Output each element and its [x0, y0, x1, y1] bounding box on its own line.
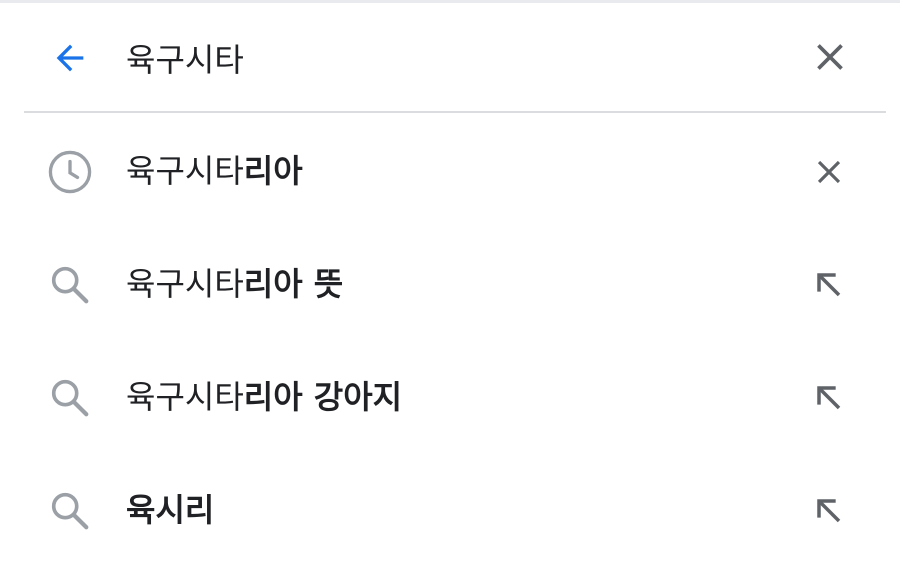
suggestion-item[interactable]: 육구시타리아 강아지 — [0, 339, 900, 452]
suggestion-item[interactable]: 육시리 — [0, 452, 900, 565]
suggestion-completion: 리아 강아지 — [243, 378, 403, 416]
fill-query-button[interactable] — [804, 373, 854, 423]
search-icon — [44, 372, 96, 424]
remove-history-button[interactable] — [804, 147, 854, 197]
suggestion-completion: 리아 — [243, 152, 303, 190]
clear-search-button[interactable] — [806, 33, 854, 81]
search-bar — [0, 3, 900, 111]
search-icon — [44, 259, 96, 311]
arrow-up-left-icon — [817, 386, 841, 410]
back-button[interactable] — [45, 33, 95, 83]
suggestion-completion: 리아 뜻 — [243, 265, 344, 303]
search-input[interactable] — [126, 33, 766, 83]
suggestion-prefix: 육구시타 — [126, 378, 244, 416]
suggestion-prefix: 육구시타 — [126, 152, 244, 190]
fill-query-button[interactable] — [804, 260, 854, 310]
search-icon — [44, 485, 96, 537]
suggestion-history-item[interactable]: 육구시타리아 — [0, 113, 900, 226]
suggestion-list: 육구시타리아 육구시타리아 뜻 육구시타리아 강아지 육시리 — [0, 113, 900, 565]
clock-icon — [44, 146, 96, 198]
arrow-back-icon — [56, 44, 84, 72]
suggestion-text: 육구시타리아 강아지 — [126, 377, 402, 417]
close-icon — [817, 44, 843, 70]
arrow-up-left-icon — [817, 273, 841, 297]
suggestion-text: 육시리 — [126, 490, 214, 530]
fill-query-button[interactable] — [804, 486, 854, 536]
suggestion-text: 육구시타리아 — [126, 151, 303, 191]
arrow-up-left-icon — [817, 499, 841, 523]
suggestion-text: 육구시타리아 뜻 — [126, 264, 343, 304]
suggestion-completion: 육시리 — [126, 491, 215, 529]
close-icon — [817, 160, 841, 184]
suggestion-prefix: 육구시타 — [126, 265, 244, 303]
suggestion-item[interactable]: 육구시타리아 뜻 — [0, 226, 900, 339]
